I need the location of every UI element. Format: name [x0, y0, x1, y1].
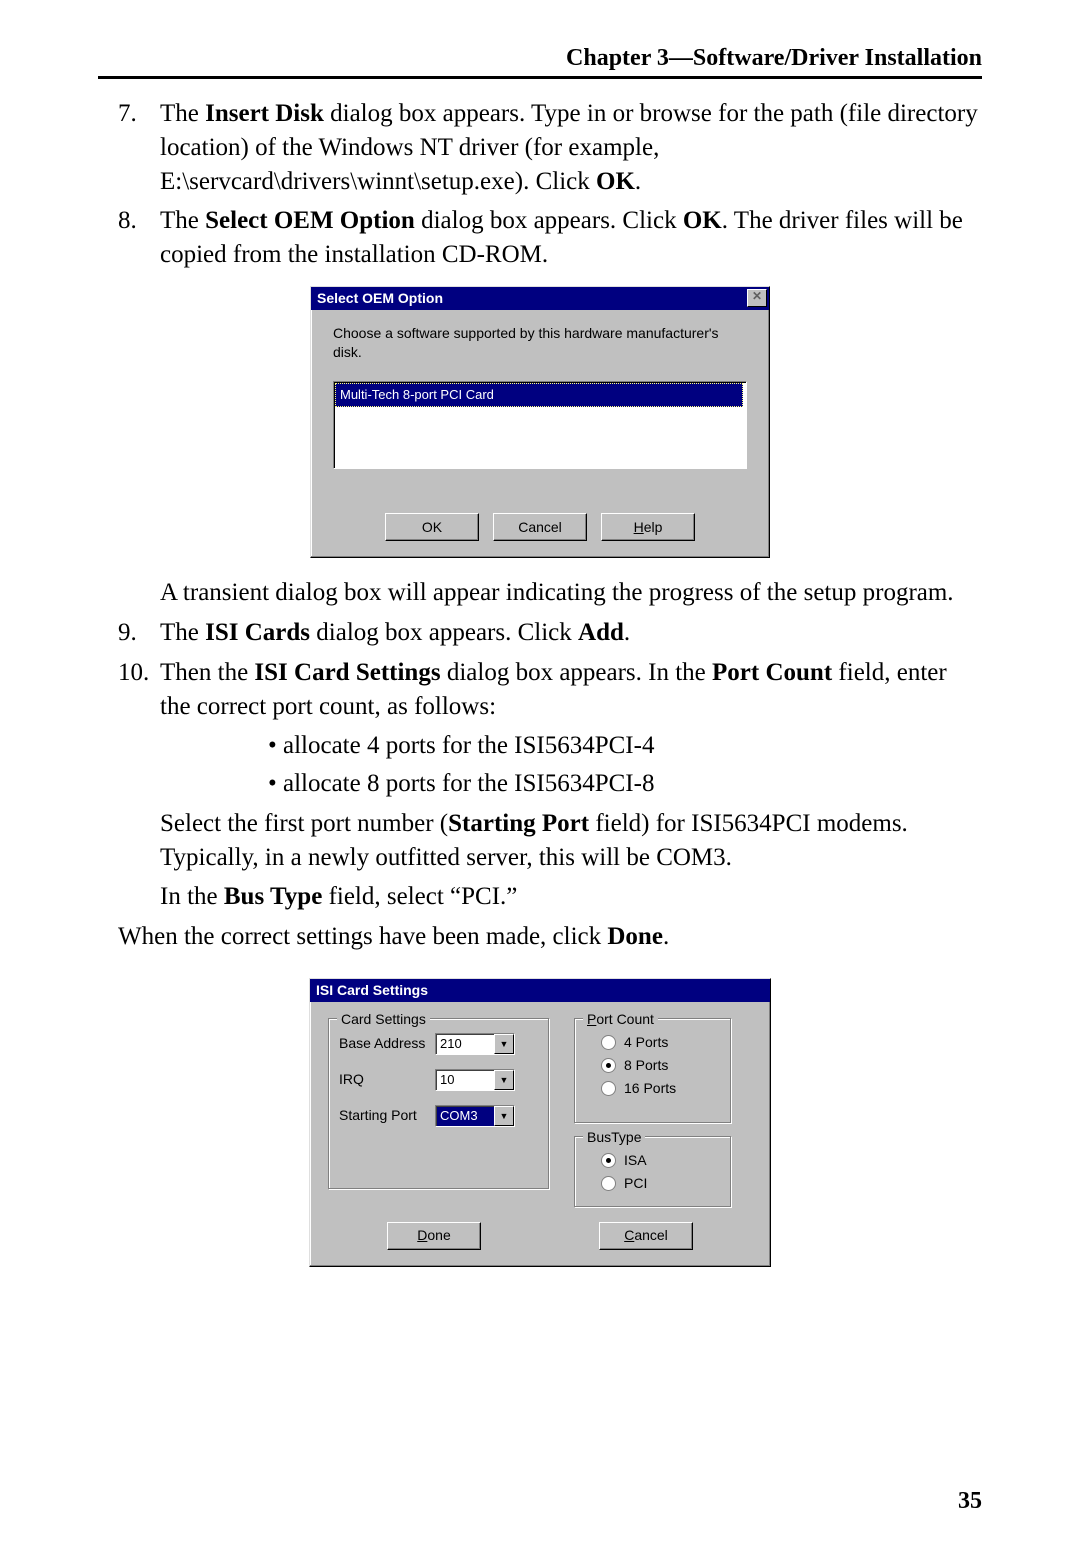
step-9-number: 9. — [98, 616, 160, 650]
chevron-down-icon[interactable]: ▼ — [494, 1070, 514, 1090]
done-rest: one — [427, 1226, 450, 1245]
ports-4-label: 4 Ports — [624, 1033, 668, 1052]
chevron-down-icon[interactable]: ▼ — [494, 1106, 514, 1126]
close-icon[interactable]: ✕ — [747, 289, 767, 307]
step-10-bullet-1: • allocate 4 ports for the ISI5634PCI-4 — [98, 729, 982, 763]
step-10-final-bold: Done — [607, 923, 663, 950]
step-8-bold-b: OK — [683, 207, 722, 234]
step-9-text-a: The — [160, 619, 205, 646]
radio-icon — [601, 1081, 616, 1096]
port-count-accel: P — [587, 1011, 596, 1027]
step-9: 9. The ISI Cards dialog box appears. Cli… — [98, 616, 982, 650]
irq-value: 10 — [440, 1071, 454, 1089]
step-8-number: 8. — [98, 204, 160, 272]
help-rest: elp — [644, 518, 663, 537]
port-count-group: Port Count 4 Ports 8 Ports 16 Ports — [574, 1018, 732, 1124]
step-9-text-b: dialog box appears. Click — [310, 619, 578, 646]
cancel-button[interactable]: Cancel — [599, 1222, 693, 1250]
ports-16-label: 16 Ports — [624, 1079, 676, 1098]
step-10: 10. Then the ISI Card Settings dialog bo… — [98, 656, 982, 724]
ports-16-radio[interactable]: 16 Ports — [585, 1079, 721, 1098]
base-address-combo[interactable]: 210 ▼ — [435, 1033, 515, 1055]
chevron-down-icon[interactable]: ▼ — [494, 1034, 514, 1054]
pci-label: PCI — [624, 1174, 647, 1193]
step-8-after: A transient dialog box will appear indic… — [98, 576, 982, 610]
step-8: 8. The Select OEM Option dialog box appe… — [98, 204, 982, 272]
starting-port-value: COM3 — [440, 1107, 478, 1125]
select-oem-option-dialog: Select OEM Option ✕ Choose a software su… — [310, 286, 770, 559]
step-10-para3-bold: Bus Type — [224, 883, 322, 910]
radio-icon — [601, 1058, 616, 1073]
step-10-text-b: dialog box appears. In the — [441, 659, 712, 686]
step-10-para3-b: field, select “PCI.” — [322, 883, 517, 910]
dialog-titlebar: Select OEM Option ✕ — [311, 287, 769, 310]
dialog-message: Choose a software supported by this hard… — [333, 324, 747, 362]
isa-radio[interactable]: ISA — [585, 1151, 721, 1170]
isi-card-settings-dialog: ISI Card Settings Card Settings Base Add… — [309, 978, 771, 1267]
port-count-rest: ort Count — [596, 1011, 654, 1027]
card-settings-group: Card Settings Base Address 210▼ IRQ 10▼ … — [328, 1018, 550, 1190]
step-7: 7. The Insert Disk dialog box appears. T… — [98, 97, 982, 198]
bustype-group: BusType ISA PCI — [574, 1136, 732, 1208]
cancel-accel: C — [624, 1226, 634, 1245]
step-8-text-b: dialog box appears. Click — [415, 207, 683, 234]
step-7-text-a: The — [160, 100, 205, 127]
bustype-legend: BusType — [583, 1128, 645, 1147]
step-10-para2-a: Select the first port number ( — [160, 810, 448, 837]
oem-option-listbox[interactable]: Multi-Tech 8-port PCI Card — [333, 381, 747, 469]
step-7-bold-a: Insert Disk — [205, 100, 324, 127]
dialog-title: Select OEM Option — [317, 289, 443, 308]
step-9-bold-a: ISI Cards — [205, 619, 310, 646]
isa-label: ISA — [624, 1151, 647, 1170]
dialog-title: ISI Card Settings — [316, 981, 428, 1000]
step-9-bold-b: Add — [578, 619, 624, 646]
step-8-bold-a: Select OEM Option — [205, 207, 415, 234]
irq-label: IRQ — [339, 1070, 427, 1089]
port-count-legend: Port Count — [583, 1010, 658, 1029]
ports-4-radio[interactable]: 4 Ports — [585, 1033, 721, 1052]
help-accel: H — [634, 518, 644, 537]
step-10-final-a: When the correct settings have been made… — [118, 923, 607, 950]
radio-icon — [601, 1176, 616, 1191]
oem-option-item[interactable]: Multi-Tech 8-port PCI Card — [335, 383, 743, 407]
step-10-text-a: Then the — [160, 659, 254, 686]
step-7-text-c: . — [635, 168, 641, 195]
starting-port-label: Starting Port — [339, 1106, 427, 1125]
base-address-value: 210 — [440, 1035, 462, 1053]
cancel-rest: ancel — [634, 1226, 667, 1245]
done-button[interactable]: Done — [387, 1222, 481, 1250]
dialog-titlebar: ISI Card Settings — [310, 979, 770, 1002]
step-10-bullet-2: • allocate 8 ports for the ISI5634PCI-8 — [98, 767, 982, 801]
step-10-para3-a: In the — [160, 883, 224, 910]
radio-icon — [601, 1035, 616, 1050]
step-10-final-b: . — [663, 923, 669, 950]
done-accel: D — [417, 1226, 427, 1245]
card-settings-legend: Card Settings — [337, 1010, 430, 1029]
step-10-bold-b: Port Count — [712, 659, 832, 686]
step-7-number: 7. — [98, 97, 160, 198]
step-8-text-a: The — [160, 207, 205, 234]
step-7-bold-b: OK — [596, 168, 635, 195]
step-10-bold-a: ISI Card Settings — [254, 659, 440, 686]
ports-8-label: 8 Ports — [624, 1056, 668, 1075]
cancel-button[interactable]: Cancel — [493, 513, 587, 541]
step-10-para2-bold: Starting Port — [448, 810, 589, 837]
page-header: Chapter 3—Software/Driver Installation — [98, 45, 982, 79]
pci-radio[interactable]: PCI — [585, 1174, 721, 1193]
step-10-number: 10. — [98, 656, 160, 724]
help-button[interactable]: Help — [601, 513, 695, 541]
step-9-text-c: . — [624, 619, 630, 646]
irq-combo[interactable]: 10 ▼ — [435, 1069, 515, 1091]
starting-port-combo[interactable]: COM3 ▼ — [435, 1105, 515, 1127]
page-number: 35 — [958, 1488, 982, 1515]
ok-button[interactable]: OK — [385, 513, 479, 541]
base-address-label: Base Address — [339, 1034, 427, 1053]
ports-8-radio[interactable]: 8 Ports — [585, 1056, 721, 1075]
radio-icon — [601, 1153, 616, 1168]
